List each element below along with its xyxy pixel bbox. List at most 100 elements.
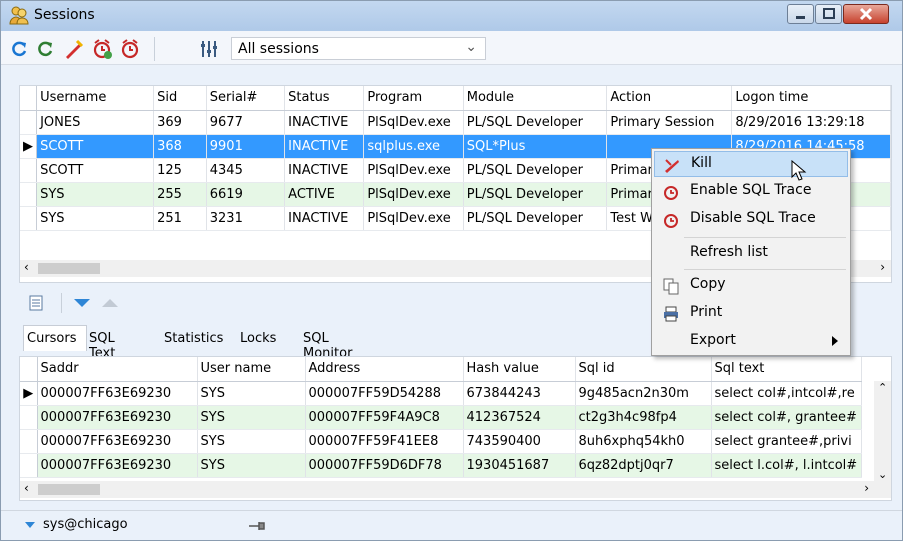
cell[interactable]: 673844243 xyxy=(463,381,576,406)
cell[interactable]: 9677 xyxy=(206,110,286,135)
cell[interactable]: select col#, grantee# xyxy=(711,405,862,430)
cell[interactable]: SYS xyxy=(36,182,155,207)
cell[interactable]: SYS xyxy=(197,405,306,430)
cell[interactable]: 251 xyxy=(153,206,207,231)
row-indicator[interactable] xyxy=(20,405,38,430)
cell[interactable]: 000007FF63E69230 xyxy=(37,453,198,478)
session-row[interactable]: JONES 369 9677 INACTIVE PlSqlDev.exe PL/SQL D… xyxy=(20,110,891,135)
tab-locks[interactable]: Locks xyxy=(240,328,276,350)
cursors-vscrollbar[interactable]: ⌃ ⌄ xyxy=(874,381,891,481)
cell[interactable]: 9g485acn2n30m xyxy=(575,381,712,406)
menu-item-disable-sql-trace[interactable]: Disable SQL Trace xyxy=(654,207,848,233)
cell[interactable]: 3231 xyxy=(206,206,286,231)
scroll-left-icon[interactable]: ‹ xyxy=(24,260,29,274)
cell[interactable]: INACTIVE xyxy=(284,158,365,183)
scroll-right-icon[interactable]: › xyxy=(880,260,885,274)
cell[interactable]: 000007FF63E69230 xyxy=(37,429,198,454)
scroll-down-icon[interactable]: ⌄ xyxy=(878,468,887,481)
row-indicator[interactable] xyxy=(20,110,38,135)
cell[interactable]: PlSqlDev.exe xyxy=(363,206,464,231)
cell[interactable]: 000007FF59F4A9C8 xyxy=(305,405,464,430)
row-indicator[interactable] xyxy=(20,158,38,183)
cell[interactable]: PlSqlDev.exe xyxy=(363,110,464,135)
cell[interactable]: PL/SQL Developer xyxy=(463,182,608,207)
scroll-thumb[interactable] xyxy=(38,263,100,274)
row-indicator[interactable] xyxy=(20,206,38,231)
cell[interactable]: 000007FF59D54288 xyxy=(305,381,464,406)
cell[interactable]: sqlplus.exe xyxy=(363,134,464,159)
cell[interactable]: 6qz82dptj0qr7 xyxy=(575,453,712,478)
cell[interactable]: 368 xyxy=(153,134,207,159)
row-indicator[interactable] xyxy=(20,453,38,478)
scroll-up-icon[interactable]: ⌃ xyxy=(878,381,887,394)
cell[interactable]: PL/SQL Developer xyxy=(463,206,608,231)
cell[interactable]: select grantee#,privi xyxy=(711,429,862,454)
cell[interactable]: SYS xyxy=(197,381,306,406)
expand-icon[interactable] xyxy=(25,521,35,529)
move-down-icon[interactable] xyxy=(73,297,91,309)
menu-item-refresh-list[interactable]: Refresh list xyxy=(654,241,848,267)
cell[interactable]: 8/29/2016 13:29:18 xyxy=(731,110,891,135)
row-indicator[interactable] xyxy=(20,429,38,454)
menu-item-enable-sql-trace[interactable]: Enable SQL Trace xyxy=(654,179,848,205)
enable-trace-icon[interactable] xyxy=(91,38,113,60)
move-up-icon[interactable] xyxy=(101,297,119,309)
cell[interactable]: 4345 xyxy=(206,158,286,183)
cell[interactable]: INACTIVE xyxy=(284,134,365,159)
cell[interactable]: 000007FF63E69230 xyxy=(37,381,198,406)
cursor-row[interactable]: ▶ 000007FF63E69230 SYS 000007FF59D54288 6738… xyxy=(20,381,862,406)
row-indicator[interactable] xyxy=(20,182,38,207)
col-module[interactable]: Module xyxy=(463,86,608,111)
cell[interactable]: PlSqlDev.exe xyxy=(363,158,464,183)
menu-item-copy[interactable]: Copy xyxy=(654,273,848,299)
cursor-row[interactable]: 000007FF63E69230 SYS 000007FF59F4A9C8 41236… xyxy=(20,405,862,430)
cell[interactable]: SQL*Plus xyxy=(463,134,608,159)
cell[interactable]: 000007FF59D6DF78 xyxy=(305,453,464,478)
cell[interactable]: SYS xyxy=(197,429,306,454)
maximize-button[interactable] xyxy=(815,4,842,24)
cell[interactable]: JONES xyxy=(36,110,155,135)
scroll-thumb[interactable] xyxy=(38,484,100,495)
col-sql-text[interactable]: Sql text xyxy=(711,357,862,382)
connection-label[interactable]: sys@chicago xyxy=(43,517,128,532)
col-hash-value[interactable]: Hash value xyxy=(463,357,576,382)
close-button[interactable] xyxy=(843,4,889,24)
menu-item-kill[interactable]: Kill xyxy=(654,151,848,177)
session-filter-select[interactable]: All sessions ⌄ xyxy=(231,37,486,60)
refresh-icon[interactable] xyxy=(9,38,31,60)
col-program[interactable]: Program xyxy=(363,86,464,111)
col-sql-id[interactable]: Sql id xyxy=(575,357,712,382)
cell[interactable]: select l.col#, l.intcol# xyxy=(711,453,862,478)
menu-item-print[interactable]: Print xyxy=(654,301,848,327)
cell[interactable]: ACTIVE xyxy=(284,182,365,207)
minimize-button[interactable] xyxy=(787,4,814,24)
disable-trace-icon[interactable] xyxy=(119,38,141,60)
cursor-row[interactable]: 000007FF63E69230 SYS 000007FF59D6DF78 19304… xyxy=(20,453,862,478)
cell[interactable]: PL/SQL Developer xyxy=(463,158,608,183)
cell[interactable]: ct2g3h4c98fp4 xyxy=(575,405,712,430)
col-saddr[interactable]: Saddr xyxy=(37,357,198,382)
cell[interactable]: SCOTT xyxy=(36,134,155,159)
detail-grid-icon[interactable] xyxy=(29,295,45,311)
cell[interactable]: 255 xyxy=(153,182,207,207)
col-username[interactable]: Username xyxy=(36,86,155,111)
scroll-left-icon[interactable]: ‹ xyxy=(24,481,29,495)
cell[interactable]: Primary Session xyxy=(606,110,733,135)
cell[interactable]: PlSqlDev.exe xyxy=(363,182,464,207)
cell[interactable]: 125 xyxy=(153,158,207,183)
cursors-grid[interactable]: Saddr User name Address Hash value Sql i… xyxy=(19,356,892,501)
tab-sql-text[interactable]: SQL Text xyxy=(89,328,115,361)
cell[interactable]: 412367524 xyxy=(463,405,576,430)
cell[interactable]: 8uh6xphq54kh0 xyxy=(575,429,712,454)
cell[interactable]: select col#,intcol#,re xyxy=(711,381,862,406)
cell[interactable]: 1930451687 xyxy=(463,453,576,478)
cell[interactable]: 6619 xyxy=(206,182,286,207)
col-status[interactable]: Status xyxy=(284,86,365,111)
cell[interactable]: 369 xyxy=(153,110,207,135)
cell[interactable]: PL/SQL Developer xyxy=(463,110,608,135)
cell[interactable]: SYS xyxy=(36,206,155,231)
col-user-name[interactable]: User name xyxy=(197,357,306,382)
cell[interactable]: SCOTT xyxy=(36,158,155,183)
cell[interactable]: INACTIVE xyxy=(284,206,365,231)
cursors-hscrollbar[interactable]: ‹ › xyxy=(20,481,891,498)
